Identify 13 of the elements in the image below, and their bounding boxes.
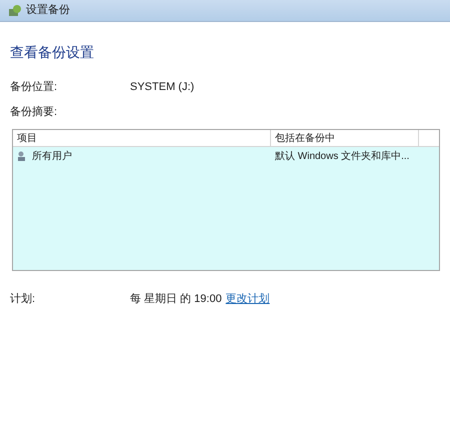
schedule-value: 每 星期日 的 19:00 (130, 292, 222, 307)
table-cell-text: 所有用户 (32, 150, 72, 164)
column-header[interactable]: 包括在备份中 (271, 130, 419, 146)
field-label: 备份摘要: (10, 104, 58, 120)
table-cell-text: 默认 Windows 文件夹和库中... (275, 150, 410, 164)
schedule-label: 计划: (10, 292, 36, 307)
field-label: 备份位置: (10, 80, 58, 95)
page-heading: 查看备份设置 (10, 43, 95, 62)
field-value: SYSTEM (J:) (130, 80, 194, 95)
column-header[interactable]: 项目 (13, 130, 271, 146)
change-schedule-link[interactable]: 更改计划 (226, 291, 270, 308)
users-icon (17, 150, 28, 162)
window-title: 设置备份 (26, 3, 70, 18)
